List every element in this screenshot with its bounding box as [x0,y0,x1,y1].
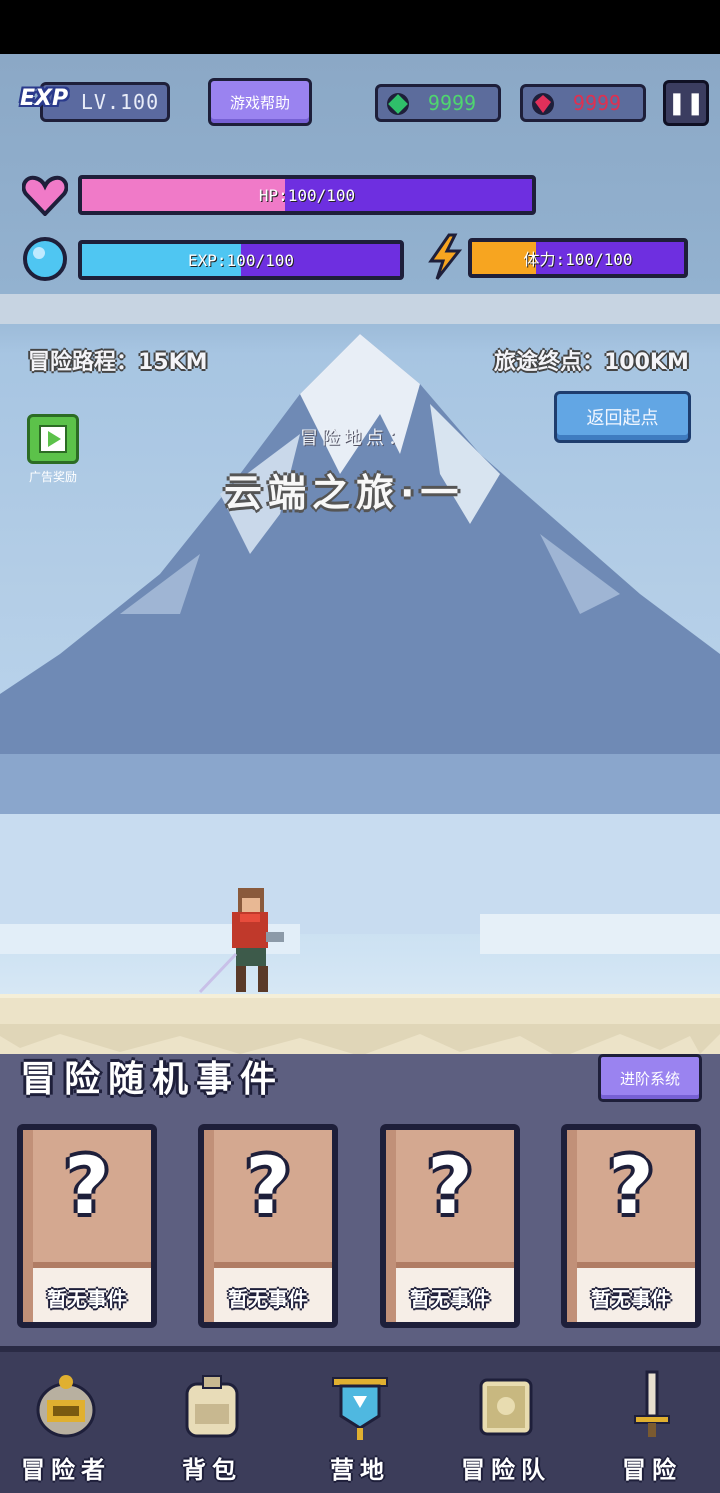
exp-bar: EXP:100/100 [78,240,404,280]
advance-system-button[interactable]: 进阶系统 [598,1054,702,1102]
nav-label: 冒险 [622,1456,682,1484]
event-card[interactable]: ? 暂无事件 [380,1124,520,1328]
location-caption: 冒险地点： [300,428,410,449]
adventure-distance: 冒险路程：15KM [28,350,208,375]
question-mark-icon: ? [608,1142,654,1232]
event-card[interactable]: ? 暂无事件 [17,1124,157,1328]
question-mark-icon: ? [245,1142,291,1232]
exp-text: EXP:100/100 [188,250,294,270]
ad-reward-button[interactable] [27,414,79,464]
red-gem-value: 9999 [572,91,622,115]
nav-adventurer[interactable]: 冒险者 [6,1362,126,1492]
nav-label: 营地 [330,1456,390,1484]
question-mark-icon: ? [427,1142,473,1232]
hp-bar: HP:100/100 [78,175,536,215]
location-name: 云端之旅·一 [224,471,465,515]
lightning-icon [422,233,468,280]
nav-adventure[interactable]: 冒险 [592,1362,712,1492]
pause-icon: ❚❚ [667,90,705,116]
nav-backpack[interactable]: 背包 [152,1362,272,1492]
ad-reward-label: 广告奖励 [28,470,77,484]
red-gem-icon [532,93,554,115]
hero-character [198,888,284,994]
stamina-bar: 体力:100/100 [468,238,688,278]
green-gem-counter[interactable]: 9999 [375,84,501,122]
sword-icon [634,1370,670,1437]
return-to-start-button[interactable]: 返回起点 [554,391,691,443]
event-card-label: 暂无事件 [47,1287,127,1311]
banner-icon [332,1377,388,1440]
event-card[interactable]: ? 暂无事件 [561,1124,701,1328]
mana-orb-icon [22,236,68,282]
green-gem-icon [387,93,409,115]
system-status-bar [0,0,720,54]
question-mark-icon: ? [64,1142,110,1232]
level-text: LV.100 [80,90,160,114]
helmet-icon [36,1375,96,1438]
heart-icon [22,172,68,218]
nav-label: 冒险者 [21,1456,111,1484]
event-card-label: 暂无事件 [591,1287,671,1311]
nav-label: 冒险队 [461,1456,551,1484]
red-gem-counter[interactable]: 9999 [520,84,646,122]
backpack-icon [185,1375,239,1438]
play-icon [39,425,67,453]
nav-camp[interactable]: 营地 [300,1362,420,1492]
stamina-text: 体力:100/100 [523,250,633,269]
event-card[interactable]: ? 暂无事件 [198,1124,338,1328]
event-card-label: 暂无事件 [410,1287,490,1311]
green-gem-value: 9999 [427,91,477,115]
exp-badge-icon: EXP [20,86,69,111]
pause-button[interactable]: ❚❚ [663,80,709,126]
hp-text: HP:100/100 [258,185,356,205]
game-help-button[interactable]: 游戏帮助 [208,78,312,126]
book-icon [479,1378,533,1436]
nav-team[interactable]: 冒险队 [446,1362,566,1492]
journey-destination: 旅途终点：100KM [494,350,689,375]
event-card-label: 暂无事件 [228,1287,308,1311]
nav-label: 背包 [182,1456,242,1484]
events-title: 冒险随机事件 [20,1059,285,1100]
